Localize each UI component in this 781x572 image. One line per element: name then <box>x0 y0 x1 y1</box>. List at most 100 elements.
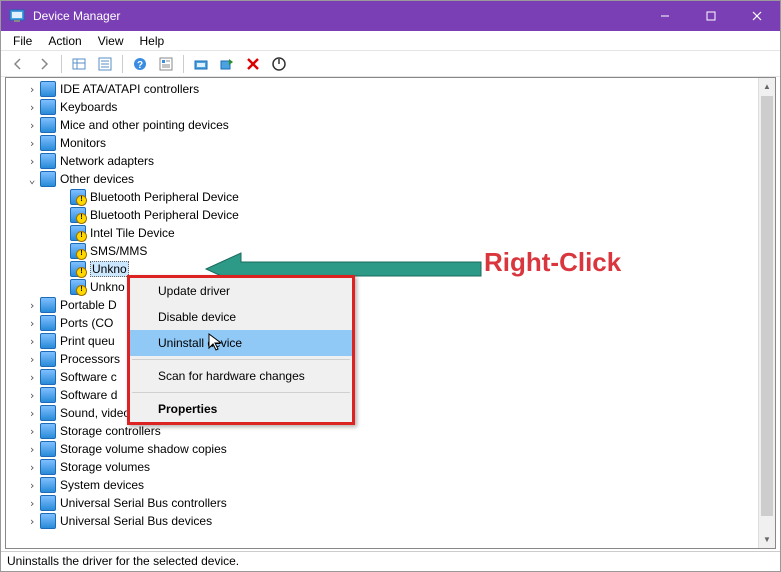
tree-item-label[interactable]: Mice and other pointing devices <box>60 118 229 132</box>
menu-action[interactable]: Action <box>40 32 89 50</box>
scroll-thumb[interactable] <box>761 96 773 516</box>
tree-item-label[interactable]: IDE ATA/ATAPI controllers <box>60 82 199 96</box>
svg-text:?: ? <box>137 60 143 71</box>
forward-button[interactable] <box>33 53 55 75</box>
device-tree[interactable]: › IDE ATA/ATAPI controllers › Keyboards › Mic… <box>6 78 775 548</box>
tree-item-label[interactable]: Unkno <box>90 280 125 294</box>
menu-view[interactable]: View <box>90 32 132 50</box>
tree-row[interactable]: › Keyboards <box>6 98 775 116</box>
expand-icon[interactable]: › <box>26 479 38 491</box>
menu-help[interactable]: Help <box>132 32 173 50</box>
expand-icon[interactable]: › <box>26 299 38 311</box>
expand-icon[interactable]: › <box>26 155 38 167</box>
tree-item-label[interactable]: Network adapters <box>60 154 154 168</box>
scroll-up-arrow[interactable]: ▲ <box>759 78 775 95</box>
expand-icon[interactable]: › <box>26 83 38 95</box>
print-queue-icon <box>40 333 56 349</box>
scan-hardware-button[interactable] <box>216 53 238 75</box>
tree-item-label[interactable]: Bluetooth Peripheral Device <box>90 208 239 222</box>
tree-row[interactable]: › Storage volumes <box>6 458 775 476</box>
tree-row[interactable]: ›Sound, video and game controllers <box>6 404 775 422</box>
tree-row[interactable]: › Software c <box>6 368 775 386</box>
tree-row[interactable]: › Monitors <box>6 134 775 152</box>
tree-item-label[interactable]: Bluetooth Peripheral Device <box>90 190 239 204</box>
expand-icon[interactable]: › <box>26 461 38 473</box>
expand-icon[interactable]: › <box>26 101 38 113</box>
tree-item-label[interactable]: Universal Serial Bus controllers <box>60 496 227 510</box>
app-icon <box>9 8 25 24</box>
toolbar-properties-button[interactable] <box>155 53 177 75</box>
tree-item-label[interactable]: Universal Serial Bus devices <box>60 514 212 528</box>
expand-icon[interactable]: › <box>26 389 38 401</box>
back-button[interactable] <box>7 53 29 75</box>
expand-icon[interactable]: › <box>26 497 38 509</box>
tree-item-label[interactable]: Keyboards <box>60 100 117 114</box>
update-driver-button[interactable] <box>190 53 212 75</box>
tree-item-label[interactable]: Monitors <box>60 136 106 150</box>
minimize-button[interactable] <box>642 1 688 31</box>
context-scan-hardware[interactable]: Scan for hardware changes <box>130 363 352 389</box>
tree-item-label[interactable]: Print queu <box>60 334 115 348</box>
tree-item-label[interactable]: Storage volumes <box>60 460 150 474</box>
context-update-driver[interactable]: Update driver <box>130 278 352 304</box>
tree-row[interactable]: › IDE ATA/ATAPI controllers <box>6 80 775 98</box>
context-properties[interactable]: Properties <box>130 396 352 422</box>
menu-file[interactable]: File <box>5 32 40 50</box>
tree-row[interactable]: › Network adapters <box>6 152 775 170</box>
tree-row[interactable]: › Storage controllers <box>6 422 775 440</box>
tree-item-label[interactable]: Storage volume shadow copies <box>60 442 227 456</box>
expand-icon[interactable]: › <box>26 137 38 149</box>
tree-item-label[interactable]: Other devices <box>60 172 134 186</box>
tree-row[interactable]: Unkno <box>6 278 775 296</box>
maximize-button[interactable] <box>688 1 734 31</box>
scroll-down-arrow[interactable]: ▼ <box>759 531 775 548</box>
show-hidden-button[interactable] <box>68 53 90 75</box>
tree-row[interactable]: Bluetooth Peripheral Device <box>6 188 775 206</box>
collapse-icon[interactable]: ⌄ <box>26 173 38 185</box>
expand-icon[interactable]: › <box>26 515 38 527</box>
vertical-scrollbar[interactable]: ▲ ▼ <box>758 78 775 548</box>
tree-item-label[interactable]: Intel Tile Device <box>90 226 175 240</box>
tree-item-label[interactable]: Storage controllers <box>60 424 161 438</box>
tree-row[interactable]: Intel Tile Device <box>6 224 775 242</box>
tree-row[interactable]: › System devices <box>6 476 775 494</box>
expand-icon[interactable]: › <box>26 371 38 383</box>
expand-icon[interactable]: › <box>26 335 38 347</box>
tree-row[interactable]: Bluetooth Peripheral Device <box>6 206 775 224</box>
close-button[interactable] <box>734 1 780 31</box>
tree-row[interactable]: › Ports (CO <box>6 314 775 332</box>
expand-icon[interactable]: › <box>26 407 38 419</box>
tree-row[interactable]: › Universal Serial Bus controllers <box>6 494 775 512</box>
context-disable-device[interactable]: Disable device <box>130 304 352 330</box>
tree-row[interactable]: › Universal Serial Bus devices <box>6 512 775 530</box>
disable-button[interactable] <box>268 53 290 75</box>
tree-item-label[interactable]: System devices <box>60 478 144 492</box>
expand-icon[interactable]: › <box>26 317 38 329</box>
tree-item-label[interactable]: SMS/MMS <box>90 244 147 258</box>
sound-icon <box>40 405 56 421</box>
context-uninstall-device[interactable]: Uninstall device <box>130 330 352 356</box>
tree-item-label[interactable]: Software d <box>60 388 117 402</box>
tree-row[interactable]: › Storage volume shadow copies <box>6 440 775 458</box>
tree-row[interactable]: › Print queu <box>6 332 775 350</box>
help-button[interactable]: ? <box>129 53 151 75</box>
tree-item-label[interactable]: Unkno <box>90 261 129 277</box>
expand-icon[interactable]: › <box>26 443 38 455</box>
tree-row[interactable]: SMS/MMS <box>6 242 775 260</box>
tree-row[interactable]: ⌄ Other devices <box>6 170 775 188</box>
tree-row[interactable]: › Mice and other pointing devices <box>6 116 775 134</box>
tree-item-label[interactable]: Processors <box>60 352 120 366</box>
tree-row[interactable]: › Portable D <box>6 296 775 314</box>
tree-item-label[interactable]: Portable D <box>60 298 117 312</box>
tree-item-label[interactable]: Software c <box>60 370 117 384</box>
expand-icon[interactable]: › <box>26 353 38 365</box>
uninstall-button[interactable] <box>242 53 264 75</box>
tree-item-label[interactable]: Ports (CO <box>60 316 113 330</box>
expand-icon[interactable]: › <box>26 119 38 131</box>
expand-icon[interactable]: › <box>26 425 38 437</box>
tree-row[interactable]: Unkno <box>6 260 775 278</box>
tree-row[interactable]: › Processors <box>6 350 775 368</box>
tree-row[interactable]: › Software d <box>6 386 775 404</box>
properties-sheet-button[interactable] <box>94 53 116 75</box>
unknown-device-icon <box>70 279 86 295</box>
